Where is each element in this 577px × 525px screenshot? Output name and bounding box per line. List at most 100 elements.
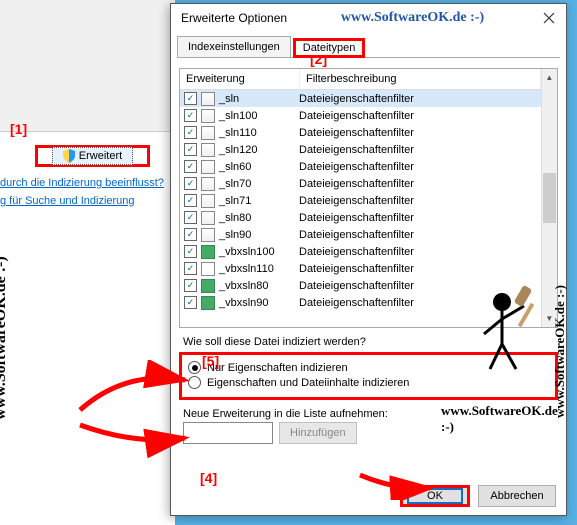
file-icon <box>201 126 215 140</box>
table-row[interactable]: ✓ _sln120Dateieigenschaftenfilter <box>180 141 541 158</box>
add-button[interactable]: Hinzufügen <box>279 422 357 444</box>
titlebar: Erweiterte Optionen www.SoftwareOK.de :-… <box>171 4 566 32</box>
ext-cell: _sln70 <box>219 178 299 190</box>
checkbox-icon[interactable]: ✓ <box>184 262 197 275</box>
file-icon <box>201 143 215 157</box>
close-icon <box>543 12 555 24</box>
desc-cell: Dateieigenschaftenfilter <box>299 144 414 156</box>
desc-cell: Dateieigenschaftenfilter <box>299 246 414 258</box>
annotation-4: [4] <box>200 470 217 486</box>
link-indexing-affected[interactable]: durch die Indizierung beeinflusst? <box>0 177 164 189</box>
table-row[interactable]: ✓ _sln90Dateieigenschaftenfilter <box>180 226 541 243</box>
file-icon <box>201 245 215 259</box>
file-icon <box>201 279 215 293</box>
desc-cell: Dateieigenschaftenfilter <box>299 195 414 207</box>
ext-cell: _sln120 <box>219 144 299 156</box>
ext-cell: _sln110 <box>219 127 299 139</box>
header-filter[interactable]: Filterbeschreibung <box>300 69 541 89</box>
desc-cell: Dateieigenschaftenfilter <box>299 297 414 309</box>
desc-cell: Dateieigenschaftenfilter <box>299 110 414 122</box>
ext-cell: _sln71 <box>219 195 299 207</box>
arrow-icon <box>75 420 195 460</box>
table-row[interactable]: ✓ _sln110Dateieigenschaftenfilter <box>180 124 541 141</box>
table-row[interactable]: ✓ _slnDateieigenschaftenfilter <box>180 90 541 107</box>
checkbox-icon[interactable]: ✓ <box>184 160 197 173</box>
checkbox-icon[interactable]: ✓ <box>184 211 197 224</box>
advanced-button-label: Erweitert <box>79 150 122 162</box>
desc-cell: Dateieigenschaftenfilter <box>299 229 414 241</box>
checkbox-icon[interactable]: ✓ <box>184 279 197 292</box>
checkbox-icon[interactable]: ✓ <box>184 92 197 105</box>
desc-cell: Dateieigenschaftenfilter <box>299 263 414 275</box>
ext-cell: _vbxsln110 <box>219 263 299 275</box>
arrow-icon <box>355 470 435 500</box>
ext-cell: _vbxsln80 <box>219 280 299 292</box>
file-icon <box>201 177 215 191</box>
arrow-icon <box>75 360 195 420</box>
scroll-up-icon[interactable]: ▲ <box>542 69 557 86</box>
ext-cell: _sln90 <box>219 229 299 241</box>
list-body[interactable]: ✓_slnDateieigenschaftenfilter✓_sln100Dat… <box>180 90 541 311</box>
ext-cell: _vbxsln90 <box>219 297 299 309</box>
file-icon <box>201 296 215 310</box>
watermark-mid: www.SoftwareOK.de :-) <box>441 403 566 435</box>
desc-cell: Dateieigenschaftenfilter <box>299 93 414 105</box>
watermark-left: www.SoftwareOK.de :-) <box>0 256 10 420</box>
checkbox-icon[interactable]: ✓ <box>184 109 197 122</box>
file-icon <box>201 160 215 174</box>
desc-cell: Dateieigenschaftenfilter <box>299 280 414 292</box>
tab-index-settings[interactable]: Indexeinstellungen <box>177 36 291 57</box>
file-icon <box>201 194 215 208</box>
header-extension[interactable]: Erweiterung <box>180 69 300 89</box>
watermark-title: www.SoftwareOK.de :-) <box>287 10 538 26</box>
scroll-thumb[interactable] <box>543 173 556 223</box>
link-search-indexing[interactable]: g für Suche und Indizierung <box>0 195 135 207</box>
mascot-icon <box>474 284 544 374</box>
list-headers: Erweiterung Filterbeschreibung <box>180 69 541 90</box>
file-icon <box>201 109 215 123</box>
desc-cell: Dateieigenschaftenfilter <box>299 178 414 190</box>
radio-label: Nur Eigenschaften indizieren <box>207 362 348 374</box>
desc-cell: Dateieigenschaftenfilter <box>299 127 414 139</box>
table-row[interactable]: ✓ _sln100Dateieigenschaftenfilter <box>180 107 541 124</box>
desc-cell: Dateieigenschaftenfilter <box>299 212 414 224</box>
cancel-button[interactable]: Abbrechen <box>478 485 556 507</box>
radio-properties-and-contents[interactable]: Eigenschaften und Dateiinhalte indiziere… <box>188 376 549 389</box>
checkbox-icon[interactable]: ✓ <box>184 143 197 156</box>
file-icon <box>201 228 215 242</box>
advanced-button[interactable]: Erweitert <box>35 145 150 167</box>
ext-cell: _sln60 <box>219 161 299 173</box>
dialog-title: Erweiterte Optionen <box>181 11 287 25</box>
file-icon <box>201 262 215 276</box>
left-upper-panel <box>0 0 175 132</box>
advanced-options-dialog: Erweiterte Optionen www.SoftwareOK.de :-… <box>170 3 567 516</box>
tab-file-types[interactable]: Dateitypen <box>293 38 366 58</box>
annotation-1: [1] <box>10 121 27 137</box>
annotation-5: [5] <box>202 353 219 369</box>
close-button[interactable] <box>538 7 560 29</box>
desc-cell: Dateieigenschaftenfilter <box>299 161 414 173</box>
new-extension-input[interactable] <box>183 422 273 444</box>
file-icon <box>201 211 215 225</box>
ext-cell: _vbxsln100 <box>219 246 299 258</box>
checkbox-icon[interactable]: ✓ <box>184 296 197 309</box>
ext-cell: _sln <box>219 93 299 105</box>
shield-icon <box>63 149 75 163</box>
ext-cell: _sln100 <box>219 110 299 122</box>
radio-label: Eigenschaften und Dateiinhalte indiziere… <box>207 377 409 389</box>
checkbox-icon[interactable]: ✓ <box>184 177 197 190</box>
table-row[interactable]: ✓ _sln71Dateieigenschaftenfilter <box>180 192 541 209</box>
table-row[interactable]: ✓ _sln60Dateieigenschaftenfilter <box>180 158 541 175</box>
table-row[interactable]: ✓ _vbxsln110Dateieigenschaftenfilter <box>180 260 541 277</box>
table-row[interactable]: ✓ _sln80Dateieigenschaftenfilter <box>180 209 541 226</box>
watermark-right: www.SoftwareOK.de :-) <box>552 285 568 418</box>
tabs: Indexeinstellungen Dateitypen <box>177 34 560 58</box>
checkbox-icon[interactable]: ✓ <box>184 194 197 207</box>
checkbox-icon[interactable]: ✓ <box>184 126 197 139</box>
checkbox-icon[interactable]: ✓ <box>184 245 197 258</box>
file-icon <box>201 92 215 106</box>
table-row[interactable]: ✓ _vbxsln100Dateieigenschaftenfilter <box>180 243 541 260</box>
checkbox-icon[interactable]: ✓ <box>184 228 197 241</box>
ext-cell: _sln80 <box>219 212 299 224</box>
table-row[interactable]: ✓ _sln70Dateieigenschaftenfilter <box>180 175 541 192</box>
